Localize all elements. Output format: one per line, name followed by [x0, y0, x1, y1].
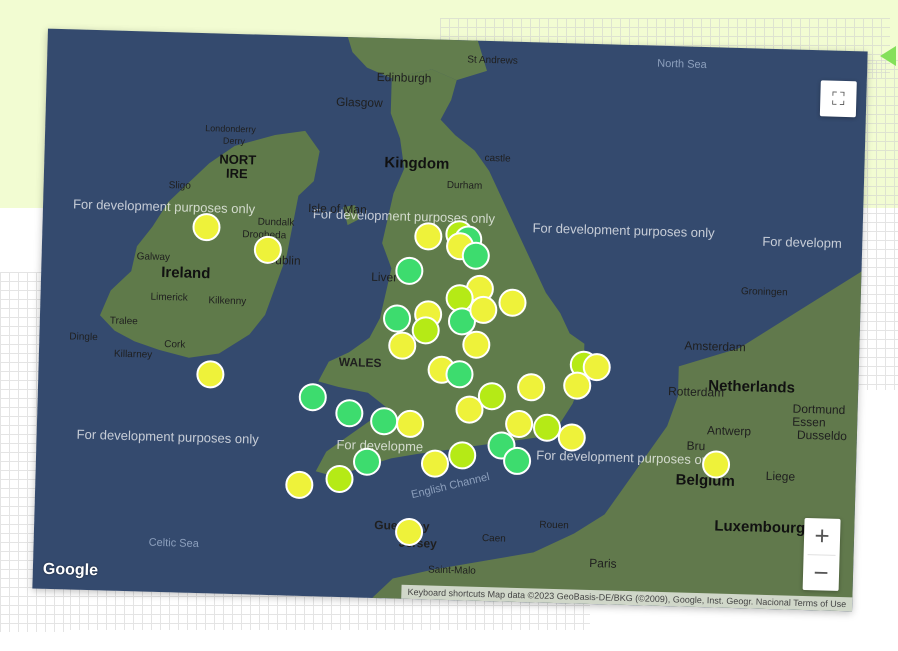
- zoom-control: + −: [802, 517, 841, 591]
- place-label: Caen: [481, 532, 506, 545]
- place-label: St Andrews: [467, 54, 518, 67]
- place-label: Antwerp: [706, 423, 752, 439]
- place-label: Bru: [686, 438, 706, 454]
- place-label: Londonderry: [205, 123, 256, 135]
- place-label: Saint-Malo: [427, 564, 476, 577]
- place-label: Amsterdam: [684, 338, 746, 355]
- place-label: Dingle: [69, 331, 98, 344]
- place-label: Sligo: [168, 180, 192, 192]
- dev-watermark: For developm: [762, 233, 842, 251]
- place-label: Luxembourg: [714, 517, 806, 537]
- place-label: Kilkenny: [208, 295, 247, 308]
- place-label: castle: [484, 152, 511, 165]
- place-label: Paris: [589, 555, 617, 571]
- zoom-in-button[interactable]: +: [804, 518, 841, 554]
- place-label: Derry: [222, 135, 246, 147]
- google-logo: Google: [42, 560, 99, 580]
- place-label: Galway: [136, 251, 171, 264]
- place-label: Glasgow: [335, 94, 383, 111]
- place-label: Limerick: [150, 291, 188, 304]
- arrow-icon: [880, 46, 896, 66]
- sea-label: North Sea: [657, 57, 707, 72]
- fullscreen-button[interactable]: ⛶: [819, 80, 857, 118]
- place-label: Killarney: [113, 348, 153, 361]
- place-label: Cork: [164, 339, 186, 351]
- fullscreen-icon: ⛶: [831, 88, 845, 109]
- place-label: Dusseldo: [796, 427, 848, 444]
- place-label: Ireland: [160, 263, 211, 283]
- place-label: Liver: [370, 269, 398, 285]
- place-label: Groningen: [740, 286, 788, 299]
- place-label: Rotterdam: [667, 384, 725, 400]
- place-label: IRE: [225, 165, 248, 182]
- map-card: For development purposes only For develo…: [32, 28, 868, 612]
- place-label: Tralee: [109, 315, 138, 328]
- place-label: Isle of Man: [307, 200, 367, 217]
- sea-label: Celtic Sea: [148, 536, 199, 551]
- dev-watermark: For developme: [336, 436, 424, 455]
- place-label: Kingdom: [384, 154, 450, 173]
- place-label: WALES: [338, 354, 382, 371]
- place-label: Durham: [446, 179, 483, 192]
- place-label: Rouen: [539, 519, 569, 532]
- place-label: Dundalk: [257, 216, 295, 229]
- place-label: Liege: [765, 468, 796, 484]
- zoom-out-button[interactable]: −: [803, 554, 840, 590]
- place-label: Edinburgh: [376, 69, 432, 86]
- map-view[interactable]: For development purposes only For develo…: [32, 28, 868, 612]
